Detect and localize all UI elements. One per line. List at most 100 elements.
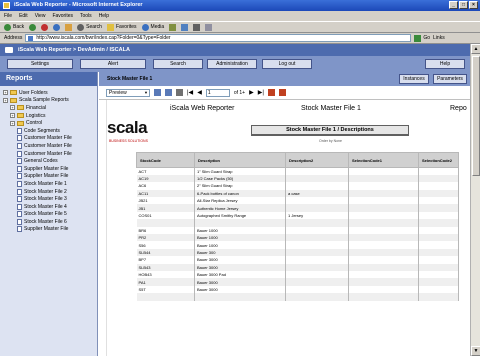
minimize-icon[interactable]: _ (449, 1, 458, 9)
menu-help[interactable]: Help (99, 11, 109, 21)
expand-icon[interactable]: + (3, 90, 8, 96)
sidebar-item[interactable]: Stock Master File 6 (0, 218, 97, 226)
sidebar-item[interactable]: + Logistics (0, 112, 97, 120)
parameters-button[interactable]: Parameters (433, 74, 467, 84)
sidebar-item[interactable]: Stock Master File 4 (0, 203, 97, 211)
sidebar-item[interactable]: Supplier Master File (0, 226, 97, 234)
column-header[interactable]: Description2 (285, 152, 349, 168)
sidebar-item[interactable]: Code Segments (0, 127, 97, 135)
table-header-row: StockCode Description Description2 Selectio… (136, 152, 459, 168)
menu-tools[interactable]: Tools (80, 11, 92, 21)
column-header[interactable]: Description (194, 152, 286, 168)
export-icon[interactable] (154, 89, 161, 96)
address-input[interactable]: http://www.iscala.com/bwr/index.cap?Fold… (25, 34, 412, 42)
sidebar-item[interactable]: Stock Master File 5 (0, 211, 97, 219)
table-cell (285, 241, 349, 249)
find-icon[interactable] (267, 89, 275, 96)
sidebar-item[interactable]: Customer Master File (0, 150, 97, 158)
page-content: iScala Web Reporter > DevAdmin / ISCALA … (0, 44, 470, 356)
table-cell (285, 197, 349, 205)
maximize-icon[interactable]: □ (459, 1, 468, 9)
column-header[interactable]: SelectionCode2 (418, 152, 459, 168)
table-cell (194, 293, 286, 301)
sidebar-item[interactable]: Stock Master File 2 (0, 188, 97, 196)
logout-button[interactable]: Log out (262, 59, 312, 69)
search-button-app[interactable]: Search (153, 59, 203, 69)
table-cell: All-Star Replica Jersey (194, 197, 286, 205)
column-header[interactable]: SelectionCode1 (348, 152, 419, 168)
window-titlebar: iScala Web Reporter - Microsoft Internet… (0, 0, 480, 11)
column-header[interactable]: StockCode (136, 152, 195, 168)
table-cell (285, 278, 349, 286)
menu-favorites[interactable]: Favorites (52, 11, 73, 21)
mail-icon[interactable] (181, 23, 189, 31)
sidebar-item[interactable]: + Scala Sample Reports (0, 97, 97, 105)
expand-icon[interactable]: + (10, 120, 15, 126)
report-doc-icon (17, 226, 22, 233)
media-icon (141, 23, 149, 31)
sidebar-item[interactable]: Stock Master File 3 (0, 195, 97, 203)
report-app-name: iScala Web Reporter (170, 105, 235, 112)
stock-table: StockCode Description Description2 Selectio… (136, 152, 459, 301)
print-icon[interactable] (193, 23, 201, 31)
sidebar-item[interactable]: Customer Master File (0, 142, 97, 150)
first-page-icon[interactable]: |◀ (187, 89, 193, 96)
table-cell: HOB43 (136, 270, 195, 279)
next-page-icon[interactable]: ▶ (249, 89, 254, 96)
expand-icon[interactable]: + (10, 105, 15, 111)
menu-file[interactable]: File (4, 11, 12, 21)
table-cell (348, 182, 419, 190)
view-mode-select[interactable]: Preview (106, 88, 150, 97)
edit-icon[interactable] (205, 23, 213, 31)
sidebar-item[interactable]: + User Folders (0, 89, 97, 97)
address-label: Address (4, 35, 23, 41)
scroll-thumb[interactable] (472, 56, 480, 176)
find-next-icon[interactable] (278, 89, 286, 96)
administration-button[interactable]: Administration (207, 59, 257, 69)
sidebar-item[interactable]: General Codes (0, 157, 97, 165)
stop-icon[interactable] (41, 23, 49, 31)
sidebar-item[interactable]: Supplier Master File (0, 165, 97, 173)
sidebar-item[interactable]: + Financial (0, 104, 97, 112)
page-number-input[interactable]: 1 (205, 88, 230, 97)
table-cell (348, 174, 419, 183)
refresh-icon[interactable] (53, 23, 61, 31)
table-cell (285, 263, 349, 271)
app-navbar: Settings Alert Search Administration Log… (0, 56, 470, 72)
table-cell (348, 278, 419, 286)
links-button[interactable]: Links (433, 35, 445, 41)
history-icon[interactable] (169, 23, 177, 31)
expand-icon[interactable]: + (3, 97, 8, 103)
search-button[interactable]: Search (77, 23, 102, 31)
settings-button[interactable]: Settings (7, 59, 73, 69)
table-row: AC11 6-Pack bottles of canon a case (136, 189, 459, 198)
alert-button[interactable]: Alert (80, 59, 146, 69)
menu-view[interactable]: View (35, 11, 46, 21)
go-button[interactable]: Go (414, 34, 430, 42)
refresh-report-icon[interactable] (176, 89, 183, 96)
last-page-icon[interactable]: ▶| (258, 89, 264, 96)
sidebar-item[interactable]: + Control (0, 119, 97, 127)
sidebar-item[interactable]: Stock Master File 1 (0, 180, 97, 188)
close-icon[interactable]: × (469, 1, 478, 9)
report-toolbar: Preview |◀ ◀ 1 of 1+ ▶ ▶| (99, 86, 470, 100)
scroll-up-icon[interactable]: ▲ (471, 44, 480, 54)
print-report-icon[interactable] (165, 89, 172, 96)
table-cell: SLB44 (136, 248, 195, 257)
forward-arrow-icon[interactable] (29, 23, 37, 31)
favorites-button[interactable]: Favorites (106, 23, 137, 31)
scroll-down-icon[interactable]: ▼ (471, 346, 480, 356)
vertical-scrollbar[interactable]: ▲ ▼ (470, 44, 480, 356)
table-row: PA1 Bauer 3000 (136, 278, 459, 286)
back-button[interactable]: Back (4, 23, 24, 31)
instances-button[interactable]: Instances (399, 74, 429, 84)
table-cell: Bauer 300 (194, 248, 286, 257)
sidebar-item[interactable]: Supplier Master File (0, 173, 97, 181)
menu-edit[interactable]: Edit (19, 11, 28, 21)
expand-icon[interactable]: + (10, 113, 15, 119)
home-icon[interactable] (65, 23, 73, 31)
media-button[interactable]: Media (141, 23, 164, 31)
prev-page-icon[interactable]: ◀ (197, 89, 202, 96)
help-button[interactable]: Help (425, 59, 465, 69)
sidebar-item[interactable]: Customer Master File (0, 135, 97, 143)
